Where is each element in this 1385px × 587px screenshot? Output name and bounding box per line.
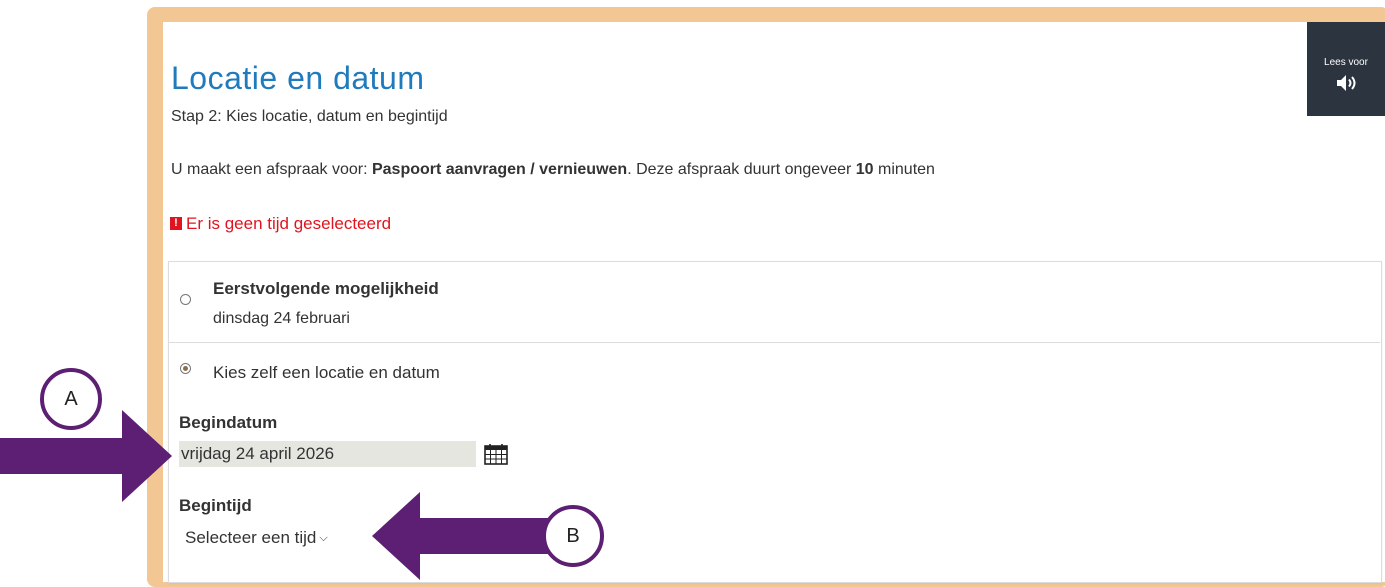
arrow-right-icon <box>0 410 172 502</box>
radio-choose-location[interactable] <box>180 363 191 374</box>
begintijd-label: Begintijd <box>179 496 252 515</box>
begintijd-value: Selecteer een tijd <box>185 528 317 547</box>
chevron-down-icon: ⌵ <box>319 532 328 544</box>
option-choose-label[interactable]: Kies zelf een locatie en datum <box>213 363 440 383</box>
begindatum-label: Begindatum <box>179 413 278 432</box>
option-first-date: dinsdag 24 februari <box>213 310 350 327</box>
begindatum-input[interactable] <box>179 441 476 467</box>
info-duration: 10 <box>855 161 874 178</box>
option-first-available[interactable] <box>168 262 1380 343</box>
step-subtitle: Stap 2: Kies locatie, datum en begintijd <box>171 108 448 125</box>
begintijd-select[interactable]: Selecteer een tijd ⌵ <box>185 528 328 548</box>
lees-voor-button[interactable]: Lees voor <box>1307 22 1385 116</box>
speaker-icon <box>1337 75 1356 91</box>
callout-b: B <box>542 505 604 567</box>
info-product: Paspoort aanvragen / vernieuwen <box>371 161 628 178</box>
appointment-info: U maakt een afspraak voor: Paspoort aanv… <box>171 161 935 179</box>
info-prefix: U maakt een afspraak voor: <box>171 161 372 178</box>
lees-voor-label: Lees voor <box>1324 57 1368 68</box>
option-first-title: Eerstvolgende mogelijkheid <box>213 279 439 298</box>
error-message: ! Er is geen tijd geselecteerd <box>170 214 391 234</box>
info-middle: . Deze afspraak duurt ongeveer <box>627 161 856 178</box>
arrow-left-icon <box>372 492 550 580</box>
calendar-icon[interactable] <box>484 443 508 465</box>
error-text: Er is geen tijd geselecteerd <box>186 214 392 233</box>
error-icon: ! <box>170 217 182 230</box>
page-title: Locatie en datum <box>171 60 425 96</box>
info-suffix: minuten <box>873 161 935 178</box>
radio-first-available[interactable] <box>180 294 191 305</box>
